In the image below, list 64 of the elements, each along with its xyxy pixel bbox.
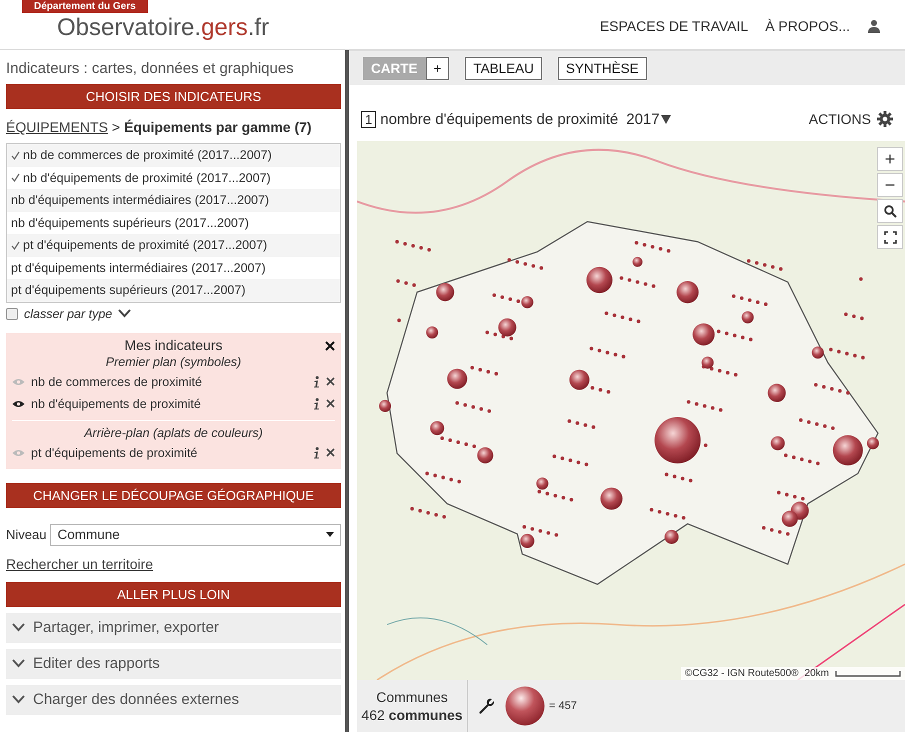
remove-icon[interactable] (326, 399, 335, 408)
nav-link[interactable]: ESPACES DE TRAVAIL (600, 18, 748, 34)
sort-label: classer par type (24, 306, 112, 320)
breadcrumb-separator: > (112, 119, 120, 135)
zoom-in-button[interactable]: + (877, 147, 903, 171)
proportional-symbol-icon (505, 686, 545, 726)
map-title: nombre d'équipements de proximité (380, 110, 618, 128)
indicator-name: pt d'équipements de proximité (31, 446, 198, 460)
level-label: Niveau (6, 527, 46, 542)
dropdown-arrow-icon (326, 532, 334, 537)
map-index: 1 (361, 110, 376, 128)
nav-link[interactable]: À PROPOS... (765, 18, 850, 34)
breadcrumb-current: Équipements par gamme (7) (124, 119, 312, 135)
eye-icon[interactable] (12, 400, 25, 408)
dropdown-arrow-icon (660, 114, 671, 124)
map-attribution: ©CG32 - IGN Route500® (684, 668, 799, 679)
scale-label: 20km (804, 668, 829, 679)
close-icon[interactable] (325, 340, 335, 350)
panel-heading: Mes indicateurs (124, 336, 223, 352)
level-dropdown[interactable]: Commune (50, 524, 341, 546)
search-territory-link[interactable]: Rechercher un territoire (6, 556, 341, 582)
accordion-header[interactable]: Charger des données externes (6, 684, 341, 714)
go-further-button[interactable]: ALLER PLUS LOIN (6, 582, 341, 606)
indicator-name: nb de commerces de proximité (31, 374, 203, 388)
user-icon[interactable] (867, 19, 881, 33)
department-badge: Département du Gers (22, 0, 148, 13)
chevron-down-icon[interactable] (118, 309, 132, 318)
checkbox[interactable] (6, 308, 18, 320)
panel-title: Indicateurs : cartes, données et graphiques (6, 59, 295, 79)
fullscreen-button[interactable] (877, 225, 903, 249)
group-heading: Arrière-plan (aplats de couleurs) (82, 424, 264, 442)
remove-icon[interactable] (326, 377, 335, 386)
view-tab[interactable]: TABLEAU (465, 56, 542, 80)
scale-bar (835, 670, 901, 676)
info-icon[interactable] (313, 376, 320, 388)
search-icon (884, 204, 896, 218)
legend-title: Communes (376, 689, 448, 705)
site-logo[interactable]: Observatoire.gers.fr (22, 14, 270, 42)
settings-icon (877, 111, 893, 127)
indicator-name: nb d'équipements de proximité (31, 396, 202, 410)
view-tab[interactable]: SYNTHÈSE (558, 56, 647, 80)
symbol-value: = 457 (549, 700, 577, 712)
commune-count: 462 communes (361, 707, 463, 723)
year-dropdown[interactable]: 2017 (622, 110, 671, 128)
map-drawing[interactable] (357, 141, 905, 680)
indicator-item[interactable]: nb de commerces de proximité (2017...2007) (7, 144, 340, 166)
fullscreen-icon (884, 230, 896, 244)
actions-button[interactable]: ACTIONS (802, 110, 899, 128)
indicator-item[interactable]: pt d'équipements supérieurs (2017...2007) (7, 279, 340, 302)
view-tab[interactable]: + (426, 56, 450, 80)
info-icon[interactable] (313, 446, 320, 458)
choose-indicators-button[interactable]: CHOISIR DES INDICATEURS (6, 84, 341, 109)
accordion-header[interactable]: Partager, imprimer, exporter (6, 612, 341, 642)
remove-icon[interactable] (326, 448, 335, 457)
group-heading: Premier plan (symboles) (104, 354, 242, 370)
search-button[interactable] (877, 199, 903, 223)
info-icon[interactable] (313, 398, 320, 410)
zoom-out-button[interactable]: − (877, 173, 903, 197)
indicator-item[interactable]: nb d'équipements intermédiaires (2017...2007) (7, 189, 340, 212)
wrench-icon[interactable] (478, 698, 495, 714)
accordion-header[interactable]: Editer des rapports (6, 648, 341, 678)
breadcrumb-link[interactable]: ÉQUIPEMENTS (6, 119, 108, 135)
change-geography-button[interactable]: CHANGER LE DÉCOUPAGE GÉOGRAPHIQUE (6, 482, 341, 508)
indicator-item[interactable]: pt d'équipements de proximité (2017...2007) (7, 234, 340, 256)
